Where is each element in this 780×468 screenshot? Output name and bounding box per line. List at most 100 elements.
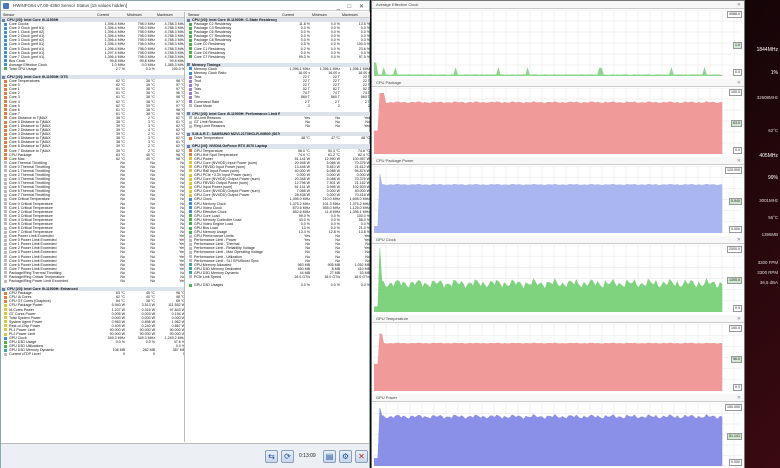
value-minimum	[310, 108, 340, 112]
col-sensor[interactable]: Sensor	[186, 12, 280, 17]
value-current	[280, 59, 310, 63]
value-maximum	[340, 128, 370, 132]
graph-plot	[374, 10, 742, 76]
settings-icon[interactable]: ⚙	[339, 450, 352, 463]
graph-max-label: 150.000	[725, 404, 742, 411]
graph-title-text: CPU Package Power	[376, 158, 414, 163]
graph-title-text: CPU Package	[376, 80, 402, 85]
graph-plot	[374, 166, 742, 233]
graph-area	[374, 407, 723, 466]
window-titlebar[interactable]: HWiNFO64 v7.00-4350 Sensor Status [15 va…	[1, 1, 369, 11]
sensor-name: GPU D3D Usages	[186, 283, 280, 287]
graph-plot	[374, 324, 742, 391]
value-maximum	[155, 283, 184, 287]
overlay-gpu-mem: 3001MHz	[759, 198, 778, 203]
graph-panel[interactable]: Average Effective Clock ✕ 4988.0 1.0 0.0	[372, 1, 744, 78]
overlay-gpu-temp: 56°C	[768, 215, 778, 220]
value-minimum	[125, 71, 155, 75]
graph-svg	[374, 166, 742, 233]
graph-title-text: Average Effective Clock	[376, 2, 419, 7]
graph-svg	[374, 324, 742, 391]
graph-panel[interactable]: GPU Power ✕ 150.000 51.141 0.000	[372, 394, 744, 468]
sensor-pane-right[interactable]: Sensor Current Minimum Maximum CPU [#0]:…	[186, 12, 370, 442]
value-maximum: 0.0 %	[360, 283, 370, 288]
close-icon[interactable]: ✕	[737, 315, 741, 323]
graph-min-label: 0.000	[729, 459, 742, 466]
value-maximum: 0	[183, 352, 185, 357]
value-maximum	[340, 108, 370, 112]
close-icon[interactable]: ✕	[737, 157, 741, 165]
graph-area	[374, 92, 723, 154]
value-minimum	[310, 140, 340, 144]
graph-current-label: 1395.0	[727, 277, 742, 285]
col-current[interactable]: Current	[280, 12, 310, 17]
sensor-pane-left[interactable]: Sensor Current Minimum Maximum CPU [#0]:…	[1, 12, 185, 442]
graph-current-label: 5.940	[729, 198, 742, 206]
graph-panel[interactable]: CPU Package ✕ 100.0 63.0 0.0	[372, 79, 744, 156]
graph-current-label: 51.141	[727, 433, 742, 441]
value-minimum	[310, 128, 340, 132]
close-icon[interactable]: ✕	[737, 1, 741, 9]
col-maximum[interactable]: Maximum	[340, 12, 370, 17]
graph-title[interactable]: GPU Temperature ✕	[372, 315, 744, 323]
graph-title[interactable]: Average Effective Clock ✕	[372, 1, 744, 9]
graph-title-text: GPU Temperature	[376, 316, 409, 321]
desktop: HWiNFO64 v7.00-4350 Sensor Status [15 va…	[0, 0, 780, 468]
graph-min-label: 0.000	[729, 226, 742, 233]
graph-title-text: GPU Clock	[376, 237, 396, 242]
sensor-list: CPU [#0]: Intel Core i9-11900H: C-State …	[186, 18, 370, 287]
value-minimum: 0	[153, 352, 155, 357]
app-icon	[3, 3, 9, 9]
graph-max-label: 100.0	[729, 89, 742, 96]
overlay-fan1: 3300 FPM	[757, 260, 778, 265]
close-icon[interactable]: ✕	[737, 79, 741, 87]
sensor-row[interactable]: GPU D3D Usages 0.0 % 0.0 % 0.0 %	[186, 283, 370, 287]
graph-max-label: 4988.0	[727, 11, 742, 18]
graph-title[interactable]: CPU Package Power ✕	[372, 157, 744, 165]
overlay-cpu-freq: 1844MHz	[756, 47, 778, 53]
graph-windows: Average Effective Clock ✕ 4988.0 1.0 0.0 CPU …	[371, 0, 745, 468]
graph-svg	[374, 88, 742, 154]
window-controls[interactable]: _ □ ✕	[337, 2, 367, 12]
col-current[interactable]: Current	[95, 12, 125, 17]
graph-title[interactable]: GPU Power ✕	[372, 394, 744, 402]
graph-max-label: 2000.0	[727, 246, 742, 253]
graph-current-label: 63.0	[731, 119, 742, 127]
logging-icon[interactable]: ▤	[323, 450, 336, 463]
graph-title[interactable]: CPU Package ✕	[372, 79, 744, 87]
graph-title-text: GPU Power	[376, 395, 398, 400]
elapsed-time: 0:13:09	[299, 453, 316, 459]
close-icon[interactable]: ✕	[737, 236, 741, 244]
status-bar: ⇆ ⟳ 0:13:09 ▤ ⚙ ✕	[1, 443, 369, 468]
sensor-list: CPU [#0]: Intel Core i9-11900H Core Clock…	[1, 18, 184, 356]
graph-svg	[374, 245, 742, 312]
value-maximum	[155, 71, 184, 75]
value-current	[95, 71, 125, 75]
graph-title[interactable]: GPU Clock ✕	[372, 236, 744, 244]
graph-panel[interactable]: GPU Temperature ✕ 100.0 56.0 0.0	[372, 315, 744, 393]
overlay-cpu-temp: 62°C	[768, 128, 778, 133]
close-icon[interactable]: ✕	[737, 394, 741, 402]
col-maximum[interactable]: Maximum	[155, 12, 184, 17]
graph-area	[374, 173, 723, 233]
graph-min-label: 0.0	[733, 305, 742, 312]
value-current	[280, 140, 310, 144]
nav-arrows-icon[interactable]: ⇆	[265, 450, 278, 463]
col-minimum[interactable]: Minimum	[125, 12, 155, 17]
graph-area	[374, 333, 723, 391]
graph-plot	[374, 245, 742, 312]
col-minimum[interactable]: Minimum	[310, 12, 340, 17]
sensor-label: GPU D3D Usages	[194, 283, 224, 288]
graph-plot	[374, 88, 742, 154]
graph-panel[interactable]: CPU Package Power ✕ 120.000 5.940 0.000	[372, 157, 744, 235]
col-sensor[interactable]: Sensor	[1, 12, 95, 17]
graph-panel[interactable]: GPU Clock ✕ 2000.0 1395.0 0.0	[372, 236, 744, 314]
sensor-icon	[4, 352, 7, 356]
value-current	[280, 108, 310, 112]
window-title: HWiNFO64 v7.00-4350 Sensor Status [15 va…	[13, 3, 128, 8]
overlay-gpu-load: 99%	[767, 175, 778, 181]
value-current: 0	[123, 352, 125, 357]
close-icon[interactable]: ✕	[355, 450, 368, 463]
reset-icon[interactable]: ⟳	[281, 450, 294, 463]
sensor-row[interactable]: Current cTDP Level 0 0 0	[1, 352, 184, 356]
